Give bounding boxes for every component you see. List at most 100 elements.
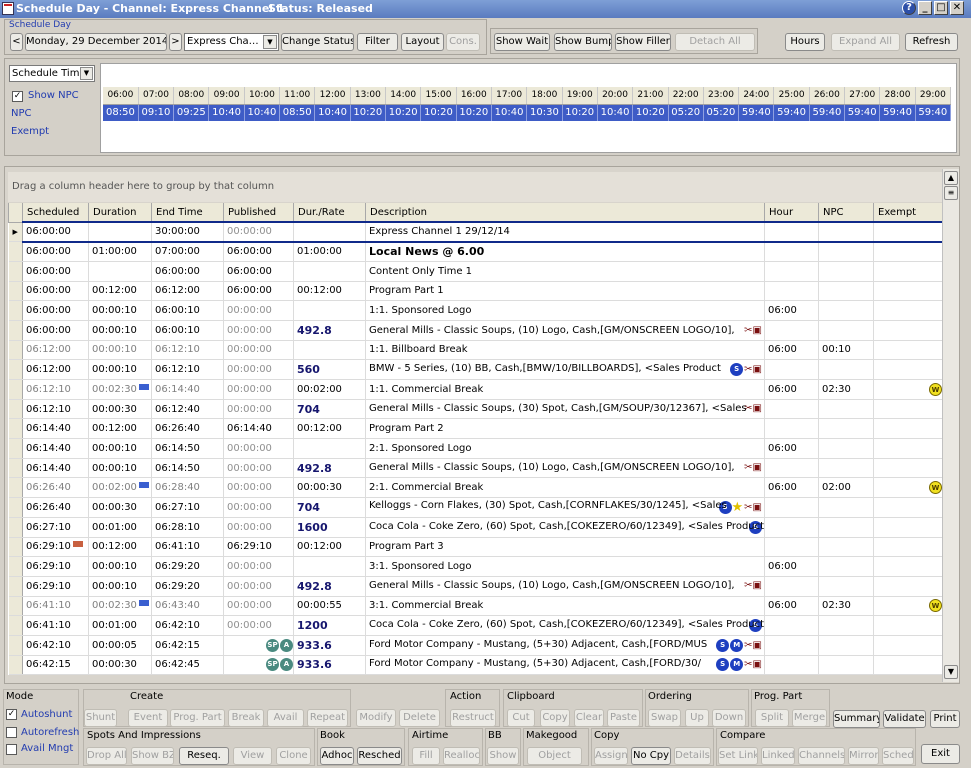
table-row[interactable]: 06:14:40 00:12:00 06:26:40 06:14:40 00:12:00… (8, 418, 943, 440)
swap-button[interactable]: Swap (648, 709, 681, 727)
assign-button[interactable]: Assign (594, 747, 628, 765)
bb-show-button[interactable]: Show (487, 747, 519, 765)
row-indicator[interactable] (8, 359, 23, 380)
refresh-button[interactable]: Refresh (905, 33, 958, 51)
table-row[interactable]: 06:12:10 00:00:30 06:12:40 00:00:00 704 ✂▣ Gen… (8, 399, 943, 420)
expand-all-button[interactable]: Expand All (831, 33, 900, 51)
set-link-button[interactable]: Set Link (718, 747, 758, 765)
tools-icon[interactable]: ✂▣ (744, 640, 762, 651)
close-button[interactable]: ✕ (950, 1, 964, 15)
print-button[interactable]: Print (930, 710, 960, 728)
copy-clip-button[interactable]: Copy (540, 709, 570, 727)
hour-value-cell[interactable]: 05:20 (668, 104, 704, 121)
hour-value-cell[interactable]: 09:10 (138, 104, 175, 121)
drop-all-button[interactable]: Drop All (86, 747, 127, 765)
hour-value-cell[interactable]: 10:20 (350, 104, 387, 121)
chevron-down-icon[interactable]: ▼ (80, 67, 93, 80)
event-button[interactable]: Event (128, 709, 168, 727)
table-row[interactable]: 06:14:40 00:00:10 06:14:50 00:00:00 2:1. Spo… (8, 438, 943, 459)
paste-button[interactable]: Paste (607, 709, 640, 727)
table-row[interactable]: 06:00:00 00:12:00 06:12:00 06:00:00 00:12:00… (8, 281, 943, 302)
cut-button[interactable]: Cut (507, 709, 535, 727)
hour-value-cell[interactable]: 05:20 (703, 104, 740, 121)
table-row[interactable]: 06:12:10 00:02:30 06:14:40 00:00:00 00:02:00… (8, 379, 943, 400)
sales-product-icon[interactable]: S (730, 363, 744, 377)
channels-button[interactable]: Channels (798, 747, 845, 765)
table-row[interactable]: 06:26:40 00:02:00 06:28:40 00:00:00 00:00:30… (8, 477, 943, 499)
scroll-down-icon[interactable]: ▼ (944, 665, 958, 679)
adhoc-button[interactable]: Adhoc (320, 747, 354, 765)
fill-button[interactable]: Fill (412, 747, 440, 765)
tools-icon[interactable]: ✂▣ (744, 462, 762, 473)
modify-button[interactable]: Modify (356, 709, 396, 727)
cons-button[interactable]: Cons. (446, 33, 480, 51)
help-button[interactable]: ? (902, 1, 916, 15)
table-row[interactable]: 06:00:00 00:00:10 06:00:10 00:00:00 1:1. Spo… (8, 300, 943, 321)
table-row[interactable]: 06:27:10 00:01:00 06:28:10 00:00:00 1600 S Coc… (8, 517, 943, 538)
date-picker[interactable]: Monday, 29 December 2014 (25, 33, 167, 51)
no-cpy-button[interactable]: No Cpy (631, 747, 671, 765)
hour-value-cell[interactable]: 10:40 (314, 104, 351, 121)
chevron-down-icon[interactable]: ▼ (263, 35, 277, 49)
tools-icon[interactable]: ✂▣ (744, 502, 762, 513)
row-indicator[interactable] (8, 340, 23, 361)
table-row[interactable]: 06:41:10 00:01:00 06:42:10 00:00:00 1200 S Coc… (8, 615, 943, 636)
row-indicator[interactable] (8, 241, 23, 262)
table-row[interactable]: 06:12:00 00:00:10 06:12:10 00:00:00 1:1. Bil… (8, 340, 943, 361)
table-row[interactable]: 06:12:00 00:00:10 06:12:10 00:00:00 560 S ✂▣ BM… (8, 359, 943, 380)
hour-value-cell[interactable]: 10:40 (491, 104, 528, 121)
sched-button[interactable]: Sched (882, 747, 914, 765)
row-indicator[interactable] (8, 477, 23, 499)
row-indicator[interactable] (8, 261, 23, 282)
change-status-button[interactable]: Change Status (281, 33, 354, 51)
up-button[interactable]: Up (685, 709, 709, 727)
sales-product-icon[interactable]: S (716, 638, 730, 652)
tools-icon[interactable]: ✂▣ (744, 325, 762, 336)
show-npc-checkbox[interactable]: ✓ (12, 91, 23, 102)
sp-icon[interactable]: SP (266, 658, 279, 672)
minimize-button[interactable]: _ (918, 1, 932, 15)
table-row[interactable]: ▶ 06:00:00 30:00:00 00:00:00 Express Channel… (8, 221, 943, 243)
row-indicator[interactable] (8, 655, 23, 676)
detach-all-button[interactable]: Detach All (675, 33, 755, 51)
hour-value-cell[interactable]: 10:40 (597, 104, 634, 121)
group-by-area[interactable]: Drag a column header here to group by th… (8, 172, 942, 202)
column-header-npc[interactable]: NPC (818, 203, 874, 223)
row-indicator[interactable]: ▶ (8, 222, 23, 243)
row-indicator[interactable] (8, 320, 23, 341)
hour-value-cell[interactable]: 08:50 (279, 104, 316, 121)
restruct-button[interactable]: Restruct (450, 709, 496, 727)
hour-value-cell[interactable]: 59:40 (879, 104, 916, 121)
hour-value-cell[interactable]: 59:40 (809, 104, 846, 121)
hour-value-cell[interactable]: 10:40 (208, 104, 245, 121)
row-indicator[interactable] (8, 379, 23, 400)
column-header-published[interactable]: Published (223, 203, 294, 223)
tools-icon[interactable]: ✂▣ (744, 364, 762, 375)
hour-value-cell[interactable]: 59:40 (844, 104, 881, 121)
clear-button[interactable]: Clear (574, 709, 604, 727)
autorefresh-checkbox[interactable] (6, 727, 17, 738)
hour-value-cell[interactable]: 10:20 (456, 104, 492, 121)
show-wait-button[interactable]: Show Wait (494, 33, 550, 51)
vertical-scrollbar[interactable]: ▲ ≡ ▼ (942, 169, 959, 682)
hour-value-cell[interactable]: 59:40 (738, 104, 775, 121)
scroll-top-icon[interactable]: ≡ (944, 186, 958, 200)
realloc-button[interactable]: Realloc (443, 747, 480, 765)
row-indicator[interactable] (8, 615, 23, 636)
view-button[interactable]: View (233, 747, 272, 765)
column-header-hour[interactable]: Hour (764, 203, 819, 223)
row-indicator[interactable] (8, 418, 23, 440)
table-row[interactable]: 06:29:10 00:00:10 06:29:20 00:00:00 492.8 ✂▣ G… (8, 576, 943, 597)
filter-button[interactable]: Filter (357, 33, 398, 51)
resched-button[interactable]: Resched (357, 747, 402, 765)
shunt-button[interactable]: Shunt (84, 709, 117, 727)
row-indicator[interactable] (8, 517, 23, 538)
exempt-warning-icon[interactable]: W (929, 481, 942, 495)
column-header-dur-rate[interactable]: Dur./Rate (293, 203, 366, 223)
row-indicator[interactable] (8, 281, 23, 302)
hours-button[interactable]: Hours (785, 33, 825, 51)
row-indicator[interactable] (8, 596, 23, 617)
table-row[interactable]: 06:00:00 00:00:10 06:00:10 00:00:00 492.8 ✂▣ G… (8, 320, 943, 341)
a-icon[interactable]: A (280, 638, 293, 652)
a-icon[interactable]: A (280, 658, 293, 672)
